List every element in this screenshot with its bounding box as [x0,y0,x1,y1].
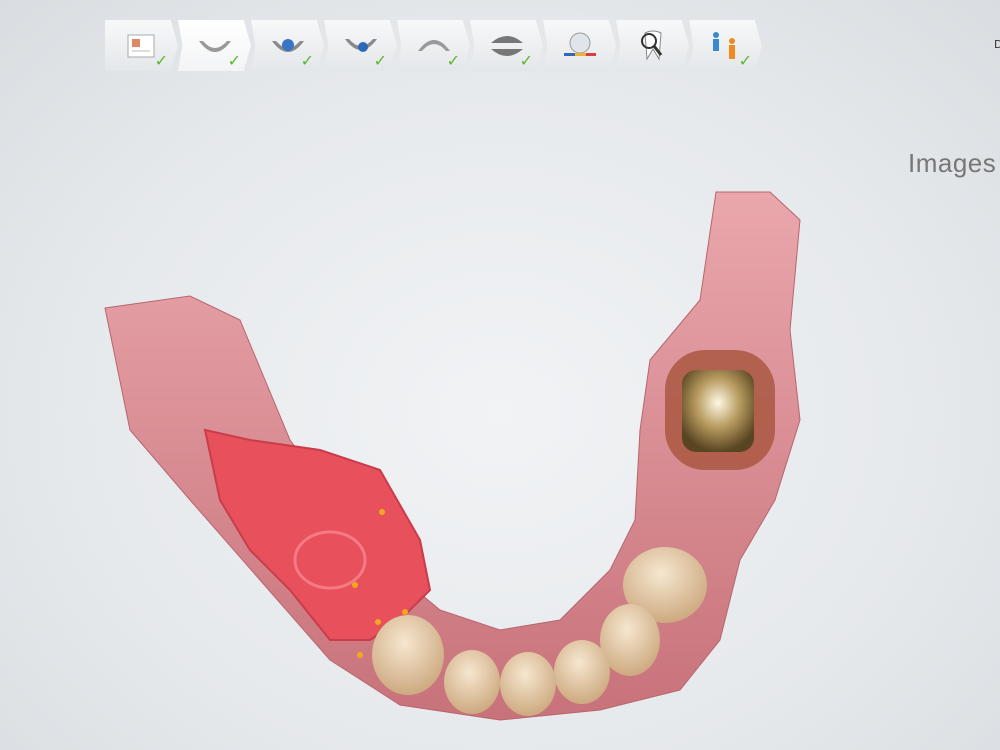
images-panel-label[interactable]: Images [908,148,996,179]
check-icon: ✓ [738,51,752,70]
step-upper-jaw[interactable]: ✓ [397,20,470,71]
corner-label: D [994,38,1000,51]
check-icon: ✓ [227,51,241,70]
tooth [500,652,556,716]
check-icon: ✓ [154,51,168,70]
step-lower-jaw[interactable]: ✓ [178,20,251,71]
check-icon: ✓ [300,51,314,70]
tooth-magnifier-icon [640,30,662,61]
check-icon: ✓ [373,51,387,70]
check-icon: ✓ [446,51,460,70]
tooth-analysis-icon [563,32,596,56]
step-jaw-blue[interactable]: ✓ [251,20,324,71]
step-analysis[interactable] [543,20,616,71]
step-bite[interactable]: ✓ [470,20,543,71]
metal-abutment [682,370,754,452]
check-icon: ✓ [519,51,533,70]
scan-viewport[interactable] [0,0,1000,750]
step-inspect[interactable] [616,20,689,71]
tooth [444,650,500,714]
tooth [372,615,444,695]
step-send[interactable]: ✓ [689,20,762,71]
tooth [554,640,610,704]
step-order-form[interactable]: ✓ [105,20,178,71]
workflow-toolbar: ✓ ✓ ✓ ✓ ✓ ✓ ✓ [105,20,762,71]
step-jaw-rotated[interactable]: ✓ [324,20,397,71]
